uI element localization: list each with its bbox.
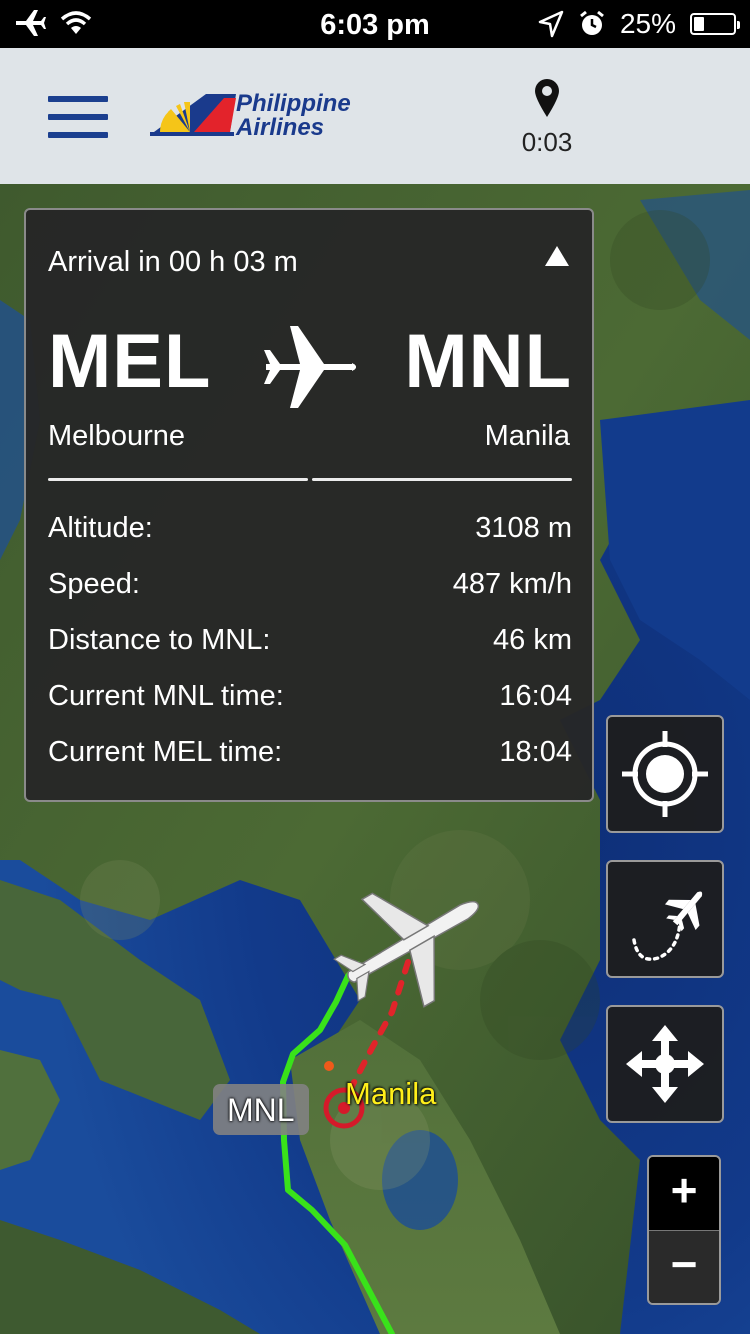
stat-value: 487 km/h bbox=[452, 568, 572, 600]
timer-value: 0:03 bbox=[521, 127, 573, 157]
stat-value: 18:04 bbox=[499, 736, 572, 768]
stat-value: 46 km bbox=[493, 624, 572, 656]
map-pin-icon bbox=[535, 79, 559, 117]
stat-value: 16:04 bbox=[499, 680, 572, 712]
alarm-icon bbox=[580, 10, 604, 35]
flight-info-panel: Arrival in 00 h 03 m MEL MNL Melbourne M… bbox=[24, 208, 594, 802]
brand-line-1: Philippine bbox=[236, 90, 351, 117]
flight-timer[interactable]: 0:03 bbox=[500, 78, 594, 158]
airport-badge[interactable]: MNL bbox=[213, 1084, 309, 1135]
progress-segment-flown bbox=[48, 478, 308, 481]
center-location-button[interactable] bbox=[606, 715, 724, 833]
screen: MNL Manila 6:03 pm 25% Philippine Airlin… bbox=[0, 0, 750, 1334]
destination-code: MNL bbox=[404, 319, 572, 404]
stat-label: Speed: bbox=[48, 568, 140, 600]
stat-speed: Speed: 487 km/h bbox=[48, 566, 572, 622]
stat-label: Current MEL time: bbox=[48, 736, 283, 768]
status-right: 25% bbox=[538, 8, 740, 40]
location-arrow-icon bbox=[538, 10, 564, 38]
pan-map-button[interactable] bbox=[606, 1005, 724, 1123]
stat-label: Current MNL time: bbox=[48, 680, 284, 712]
origin-city: Melbourne bbox=[48, 420, 186, 452]
status-bar: 6:03 pm 25% bbox=[0, 0, 750, 48]
airline-logo-icon bbox=[150, 94, 236, 136]
route-airplane-icon bbox=[264, 326, 356, 408]
battery-tip bbox=[737, 21, 740, 29]
zoom-in-button[interactable]: + bbox=[649, 1157, 719, 1230]
battery-fill bbox=[694, 17, 704, 31]
flight-progress-bar bbox=[48, 478, 572, 483]
arrival-countdown: Arrival in 00 h 03 m bbox=[48, 246, 298, 278]
center-location-icon bbox=[622, 731, 708, 817]
battery-icon bbox=[690, 13, 740, 35]
progress-segment-remaining bbox=[312, 478, 572, 481]
city-label: Manila bbox=[345, 1076, 437, 1111]
pan-arrows-icon bbox=[626, 1025, 704, 1103]
battery-percent: 25% bbox=[619, 8, 676, 39]
route-row: MEL MNL bbox=[48, 318, 572, 408]
collapse-triangle-icon[interactable] bbox=[544, 244, 570, 268]
app-header: Philippine Airlines 0:03 bbox=[0, 48, 750, 184]
stat-label: Altitude: bbox=[48, 512, 153, 544]
stat-value: 3108 m bbox=[475, 512, 572, 544]
hamburger-menu-icon[interactable] bbox=[48, 96, 108, 138]
origin-code: MEL bbox=[48, 319, 212, 404]
flight-path-icon bbox=[632, 891, 703, 961]
destination-city: Manila bbox=[484, 420, 570, 452]
zoom-out-button[interactable]: − bbox=[649, 1231, 719, 1303]
stat-distance: Distance to MNL: 46 km bbox=[48, 622, 572, 678]
stat-destination-time: Current MNL time: 16:04 bbox=[48, 678, 572, 734]
brand-name: Philippine Airlines bbox=[236, 92, 351, 140]
brand-line-2: Airlines bbox=[236, 114, 325, 141]
flight-stats: Altitude: 3108 m Speed: 487 km/h Distanc… bbox=[48, 510, 572, 790]
stat-origin-time: Current MEL time: 18:04 bbox=[48, 734, 572, 790]
flight-path-button[interactable] bbox=[606, 860, 724, 978]
stat-label: Distance to MNL: bbox=[48, 624, 271, 656]
zoom-control: + − bbox=[647, 1155, 721, 1305]
stat-altitude: Altitude: 3108 m bbox=[48, 510, 572, 566]
